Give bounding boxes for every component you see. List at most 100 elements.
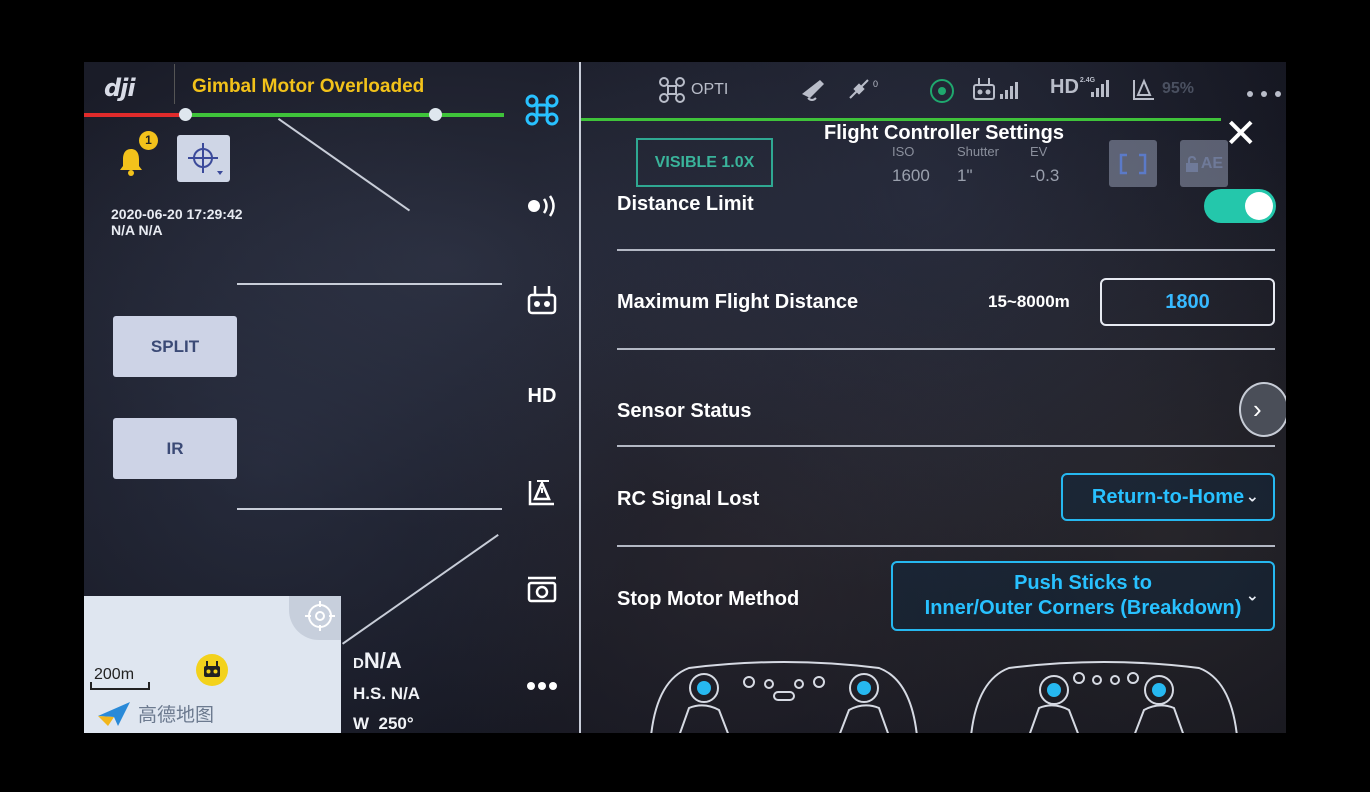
signal-waves-icon	[528, 195, 555, 217]
battery-percent: 95%	[1162, 80, 1195, 97]
battery-tab[interactable]	[522, 475, 562, 509]
sensors-tab[interactable]	[522, 189, 562, 223]
signal-bars-icon	[1091, 79, 1110, 97]
overlay-line	[237, 283, 502, 285]
datetime-block: 2020-06-20 17:29:42 N/A N/A	[111, 206, 243, 238]
location: N/A N/A	[111, 222, 163, 238]
camera-gimbal-icon	[527, 576, 557, 603]
hd-signal-status[interactable]: HD 2.4G	[1050, 76, 1110, 99]
max-distance-label: Maximum Flight Distance	[617, 291, 859, 313]
gimbal-tab[interactable]	[522, 572, 562, 606]
stop-motor-select[interactable]: Push Sticks to Inner/Outer Corners (Brea…	[891, 561, 1275, 631]
obstacle-sensing-icon[interactable]	[929, 78, 955, 104]
more-dots-icon	[527, 682, 557, 690]
stop-motor-value-line2: Inner/Outer Corners (Breakdown)	[924, 597, 1242, 619]
gps-status[interactable]: 0	[846, 76, 878, 104]
max-distance-range: 15~8000m	[988, 292, 1070, 311]
ae-label: AE	[1200, 154, 1224, 172]
chevron-down-icon: ⌄	[1245, 587, 1259, 605]
rc-signal-lost-select[interactable]: Return-to-Home ⌄	[1061, 473, 1275, 521]
battery-icon	[1133, 78, 1154, 100]
logo-divider	[174, 64, 175, 104]
map-scale-label: 200m	[94, 666, 135, 683]
controller-icon	[527, 286, 557, 315]
panel-title: Flight Controller Settings	[824, 122, 1064, 144]
warning-message: Gimbal Motor Overloaded	[192, 76, 425, 97]
chevron-down-icon: ⌄	[1245, 488, 1259, 506]
battery-status[interactable]: 95%	[1131, 76, 1194, 102]
more-tab[interactable]	[522, 669, 562, 703]
lock-icon	[1185, 155, 1198, 172]
row-divider	[617, 348, 1275, 350]
locate-button[interactable]	[289, 596, 341, 640]
ir-button[interactable]: IR	[113, 418, 237, 479]
chevron-right-icon[interactable]: ›	[1239, 382, 1286, 437]
remote-controller-tab[interactable]	[522, 283, 562, 317]
remote-controller-pin-icon	[196, 654, 228, 686]
iso-label: ISO	[892, 144, 915, 159]
heading-label: W	[353, 714, 370, 733]
link-status-line	[581, 118, 1221, 121]
row-divider	[617, 249, 1275, 251]
crosshair-icon	[305, 601, 335, 631]
distance-readout: DN/A	[353, 648, 402, 674]
controller-signal-icon	[973, 78, 1018, 100]
split-button[interactable]: SPLIT	[113, 316, 237, 377]
distance-prefix: D	[353, 655, 364, 672]
aircraft-settings-tab[interactable]	[522, 93, 562, 127]
overlay-line	[237, 508, 502, 510]
heading-value: 250°	[378, 714, 414, 733]
hd-transmission-tab[interactable]: HD	[522, 379, 562, 413]
rc-signal-status[interactable]	[972, 76, 1024, 102]
screen: dji Gimbal Motor Overloaded 1 2020-06-20…	[84, 62, 1286, 733]
rc-signal-lost-label: RC Signal Lost	[617, 488, 760, 510]
controller-diagram-inner-icon	[650, 661, 918, 733]
iso-value: 1600	[892, 166, 930, 185]
mini-map[interactable]: 200m 高德地图	[84, 596, 341, 733]
drone-icon	[525, 94, 559, 126]
ev-value: -0.3	[1030, 166, 1060, 185]
gimbal-bar-red	[84, 113, 186, 117]
controller-icon	[204, 661, 220, 677]
rc-signal-lost-value: Return-to-Home	[1091, 485, 1245, 508]
hs-label: H.S.	[353, 684, 387, 703]
aircraft-signal-icon[interactable]	[798, 76, 828, 104]
focus-mode-button[interactable]	[1109, 140, 1157, 187]
controller-diagram-outer-icon	[970, 661, 1238, 733]
row-divider	[617, 445, 1275, 447]
max-distance-input[interactable]	[1100, 278, 1275, 326]
gps-count: 0	[873, 79, 879, 89]
ev-label: EV	[1030, 144, 1048, 159]
map-brand-logo-icon	[98, 702, 130, 726]
gimbal-mode-button[interactable]	[177, 135, 230, 182]
flight-mode-status[interactable]: OPTI	[658, 76, 728, 104]
overlay-line	[277, 118, 411, 212]
panel-divider	[579, 62, 581, 733]
shutter-value: 1"	[957, 166, 973, 185]
overlay-line	[342, 534, 499, 645]
visible-camera-button[interactable]: VISIBLE 1.0X	[636, 138, 773, 187]
drone-outline-icon	[659, 77, 685, 103]
row-divider	[617, 545, 1275, 547]
distance-limit-toggle[interactable]	[1204, 189, 1276, 223]
shutter-label: Shutter	[957, 144, 999, 159]
stop-motor-value-line1: Push Sticks to	[1014, 572, 1152, 594]
satellite-icon	[849, 79, 869, 99]
gimbal-knob-left	[179, 108, 192, 121]
heading-readout: W 250°	[353, 714, 414, 733]
distance-limit-label: Distance Limit	[617, 193, 754, 215]
map-scale-bar	[90, 682, 150, 690]
close-icon[interactable]: ✕	[1224, 114, 1258, 154]
stop-motor-label: Stop Motor Method	[617, 588, 800, 610]
focus-frame-icon	[1119, 153, 1147, 174]
hs-value: N/A	[390, 684, 421, 703]
hd-status-label: HD	[1050, 76, 1079, 98]
sensor-status-label[interactable]: Sensor Status	[617, 400, 751, 423]
dji-logo: dji	[104, 74, 136, 102]
battery-warning-icon	[528, 479, 554, 506]
ae-lock-button[interactable]: AE	[1180, 140, 1228, 187]
map-provider-label: 高德地图	[138, 705, 215, 726]
distance-value: N/A	[363, 648, 402, 673]
bell-icon[interactable]	[117, 146, 145, 176]
more-options-icon[interactable]	[1246, 90, 1282, 98]
